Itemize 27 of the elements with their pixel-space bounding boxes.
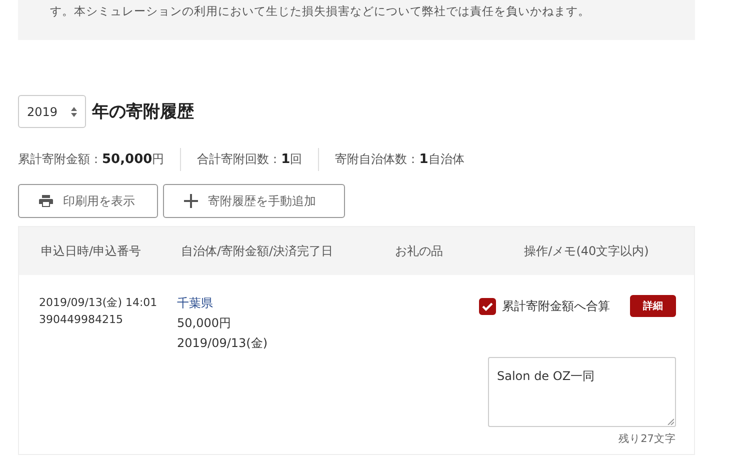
detail-button[interactable]: 詳細 xyxy=(630,295,676,317)
column-header: 申込日時/申込番号 xyxy=(40,242,142,260)
add-history-button[interactable]: 寄附履歴を手動追加 xyxy=(163,184,345,218)
printer-icon xyxy=(39,195,53,207)
include-checkbox[interactable] xyxy=(479,298,496,314)
plus-icon xyxy=(184,194,198,208)
print-button[interactable]: 印刷用を表示 xyxy=(18,184,158,218)
check-icon xyxy=(482,302,493,310)
memo-field[interactable]: Salon de OZ一同 xyxy=(488,357,676,427)
resize-grip-icon[interactable] xyxy=(667,418,674,425)
summary-stat: 寄附自治体数：1自治体 xyxy=(318,148,480,171)
municipality-link[interactable]: 千葉県 xyxy=(177,295,213,312)
column-header: お礼の品 xyxy=(394,242,444,260)
amount-text: 50,000円 xyxy=(177,315,231,332)
remaining-count: 残り27文字 xyxy=(618,432,676,446)
completed-date: 2019/09/13(金) xyxy=(177,335,268,352)
section-title: 年の寄附履歴 xyxy=(92,101,194,123)
order-number: 390449984215 xyxy=(39,313,123,326)
spinner-icon xyxy=(71,106,77,116)
summary-stat: 合計寄附回数：1回 xyxy=(180,148,318,171)
notice-banner: す。本シミュレーションの利用において生じた損失損害などについて弊社では責任を負いかねます。 xyxy=(18,0,695,40)
checkbox-label: 累計寄附金額へ合算 xyxy=(502,298,610,314)
column-header: 自治体/寄附金額/決済完了日 xyxy=(180,242,334,260)
datetime-text: 2019/09/13(金) 14:01 xyxy=(39,295,158,310)
year-select[interactable]: 2019 xyxy=(18,95,86,128)
summary-stat: 累計寄附金額：50,000円 xyxy=(18,151,166,169)
column-header: 操作/メモ(40文字以内) xyxy=(523,242,650,260)
